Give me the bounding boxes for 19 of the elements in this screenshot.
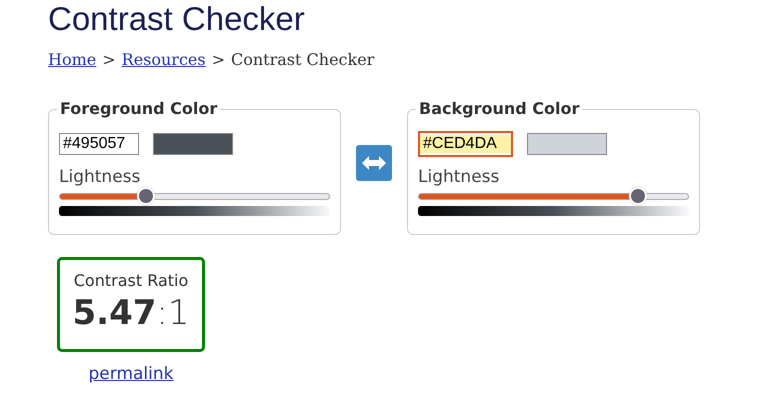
slider-thumb[interactable] xyxy=(136,187,155,205)
panel-legend: Foreground Color xyxy=(57,99,220,119)
breadcrumb-link[interactable]: Resources xyxy=(122,49,206,71)
breadcrumb-link[interactable]: Home xyxy=(48,49,96,71)
breadcrumb-separator: > xyxy=(102,49,116,71)
double-arrow-icon xyxy=(362,156,386,170)
hex-input-field[interactable]: #CED4DA xyxy=(418,131,513,157)
slider-label: Lightness xyxy=(418,167,500,187)
page-title: Contrast Checker xyxy=(48,0,306,38)
panel-legend: Background Color xyxy=(416,99,582,119)
slider-thumb[interactable] xyxy=(628,187,646,205)
permalink-link[interactable]: permalink xyxy=(88,364,174,384)
result-label: Contrast Ratio xyxy=(72,271,190,291)
swap-button[interactable] xyxy=(356,145,392,181)
contrast-ratio-value: 5.47:1 xyxy=(72,292,190,335)
slider-label: Lightness xyxy=(59,167,142,187)
breadcrumb-separator: > xyxy=(212,49,225,71)
breadcrumb-current: Contrast Checker xyxy=(231,49,374,71)
hex-input-field[interactable]: #495057 xyxy=(59,133,139,155)
